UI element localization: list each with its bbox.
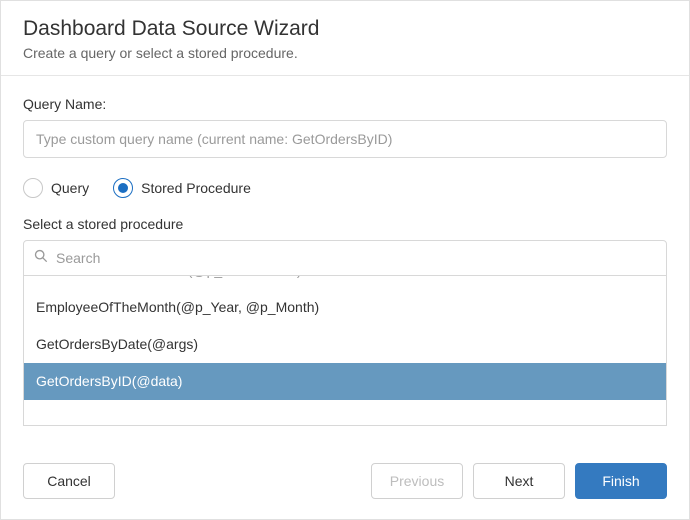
wizard-body: Query Name: Query Stored Procedure Selec…	[1, 76, 689, 445]
query-name-input[interactable]	[23, 120, 667, 158]
radio-stored-procedure-label: Stored Procedure	[141, 180, 251, 196]
radio-query-indicator	[23, 178, 43, 198]
wizard-footer: Cancel Previous Next Finish	[1, 445, 689, 519]
wizard-dialog: Dashboard Data Source Wizard Create a qu…	[0, 0, 690, 520]
radio-stored-procedure-indicator	[113, 178, 133, 198]
stored-procedure-list[interactable]: CustomerProductDetails(@p_CustomerID) Em…	[23, 276, 667, 426]
search-icon	[34, 249, 48, 268]
list-item-label: CustomerProductDetails(@p_CustomerID)	[36, 276, 302, 278]
stored-procedure-label: Select a stored procedure	[23, 216, 667, 232]
list-item[interactable]: GetOrdersByDate(@args)	[24, 326, 666, 363]
radio-query[interactable]: Query	[23, 178, 89, 198]
cancel-button[interactable]: Cancel	[23, 463, 115, 499]
next-button[interactable]: Next	[473, 463, 565, 499]
radio-query-label: Query	[51, 180, 89, 196]
wizard-subtitle: Create a query or select a stored proced…	[23, 45, 667, 61]
list-item-label: GetOrdersByID(@data)	[36, 373, 182, 389]
list-item-label: EmployeeOfTheMonth(@p_Year, @p_Month)	[36, 299, 319, 315]
mode-radio-group: Query Stored Procedure	[23, 178, 667, 198]
query-name-label: Query Name:	[23, 96, 667, 112]
radio-stored-procedure[interactable]: Stored Procedure	[113, 178, 251, 198]
stored-procedure-search[interactable]	[23, 240, 667, 276]
wizard-header: Dashboard Data Source Wizard Create a qu…	[1, 1, 689, 76]
finish-button[interactable]: Finish	[575, 463, 667, 499]
previous-button: Previous	[371, 463, 463, 499]
list-item-label: GetOrdersByDate(@args)	[36, 336, 198, 352]
stored-procedure-search-input[interactable]	[56, 250, 656, 266]
wizard-title: Dashboard Data Source Wizard	[23, 17, 667, 41]
list-item[interactable]: CustomerProductDetails(@p_CustomerID)	[24, 276, 666, 289]
list-item[interactable]: EmployeeOfTheMonth(@p_Year, @p_Month)	[24, 289, 666, 326]
list-item[interactable]: GetOrdersByID(@data)	[24, 363, 666, 400]
